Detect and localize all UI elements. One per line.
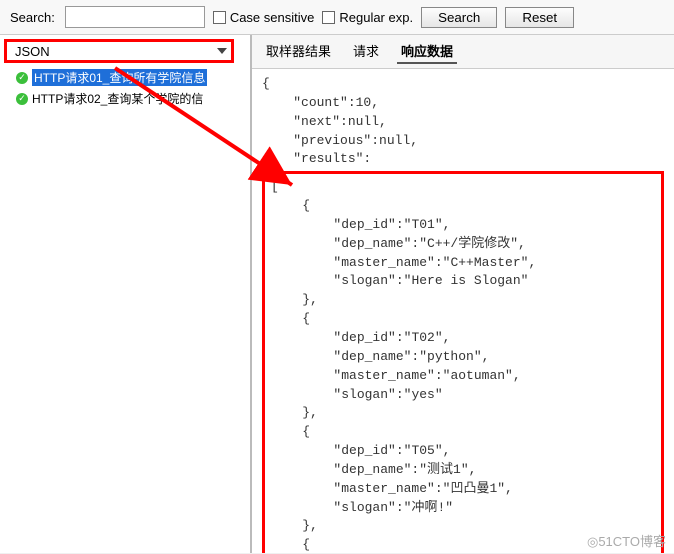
tree-item-01[interactable]: ✓ HTTP请求01_查询所有学院信息 [4, 67, 246, 88]
format-dropdown[interactable]: JSON [4, 39, 234, 63]
search-button[interactable]: Search [421, 7, 497, 28]
check-icon: ✓ [16, 72, 28, 84]
tabbar: 取样器结果 请求 响应数据 [252, 35, 674, 69]
tab-response-data[interactable]: 响应数据 [397, 39, 457, 64]
right-pane: 取样器结果 请求 响应数据 { "count":10, "next":null,… [252, 35, 674, 553]
search-label: Search: [10, 10, 55, 25]
request-tree: ✓ HTTP请求01_查询所有学院信息 ✓ HTTP请求02_查询某个学院的信 [4, 67, 246, 109]
tree-item-02[interactable]: ✓ HTTP请求02_查询某个学院的信 [4, 88, 246, 109]
regex-label: Regular exp. [339, 10, 413, 25]
chevron-down-icon [217, 48, 227, 54]
reset-button[interactable]: Reset [505, 7, 574, 28]
watermark: ◎51CTO博客 [587, 531, 666, 550]
tab-request[interactable]: 请求 [349, 39, 383, 64]
checkbox-box-icon [213, 11, 226, 24]
checkbox-box-icon [322, 11, 335, 24]
results-highlight-box: [ { "dep_id":"T01", "dep_name":"C++/学院修改… [262, 171, 664, 553]
response-results-lines: [ { "dep_id":"T01", "dep_name":"C++/学院修改… [271, 178, 655, 553]
search-toolbar: Search: Case sensitive Regular exp. Sear… [0, 0, 674, 35]
regex-checkbox[interactable]: Regular exp. [322, 10, 413, 25]
left-pane: JSON ✓ HTTP请求01_查询所有学院信息 ✓ HTTP请求02_查询某个… [0, 35, 252, 553]
check-icon: ✓ [16, 93, 28, 105]
format-dropdown-value: JSON [15, 44, 50, 59]
main-split: JSON ✓ HTTP请求01_查询所有学院信息 ✓ HTTP请求02_查询某个… [0, 35, 674, 553]
case-sensitive-label: Case sensitive [230, 10, 315, 25]
tree-item-label: HTTP请求02_查询某个学院的信 [32, 90, 203, 107]
tree-item-label: HTTP请求01_查询所有学院信息 [32, 69, 207, 86]
case-sensitive-checkbox[interactable]: Case sensitive [213, 10, 315, 25]
response-header-lines: { "count":10, "next":null, "previous":nu… [262, 75, 664, 169]
search-input[interactable] [65, 6, 205, 28]
tab-sampler-result[interactable]: 取样器结果 [262, 39, 335, 64]
response-body[interactable]: { "count":10, "next":null, "previous":nu… [252, 69, 674, 553]
